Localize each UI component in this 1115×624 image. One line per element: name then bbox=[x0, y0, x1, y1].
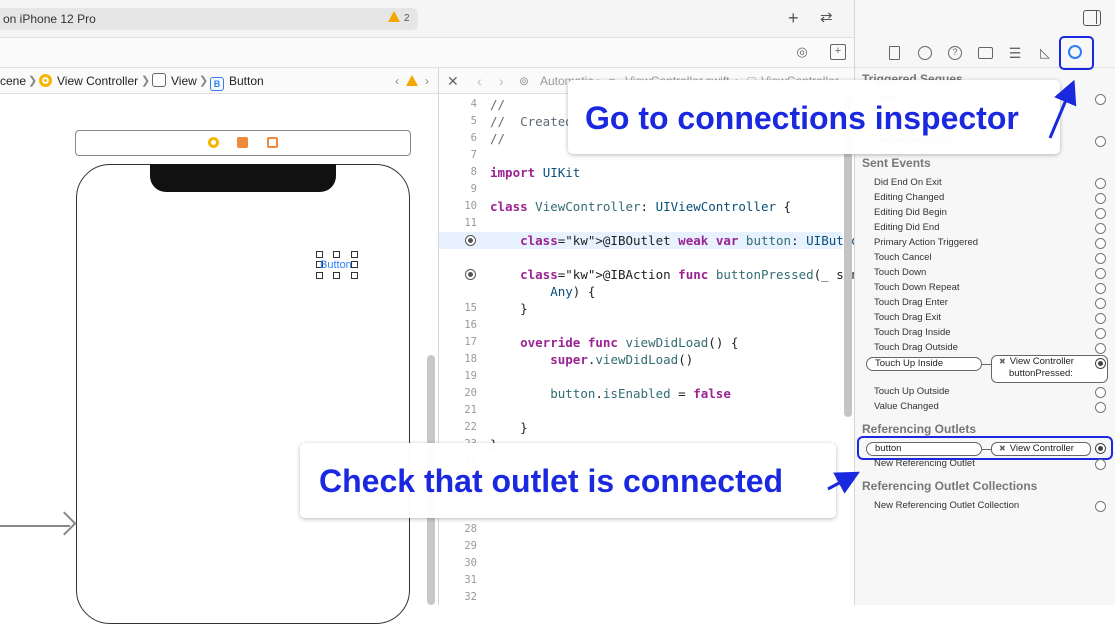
annotation-arrows bbox=[827, 79, 1077, 494]
arrow-to-connections-tab bbox=[1048, 79, 1077, 139]
arrow-to-outlet bbox=[827, 471, 860, 494]
